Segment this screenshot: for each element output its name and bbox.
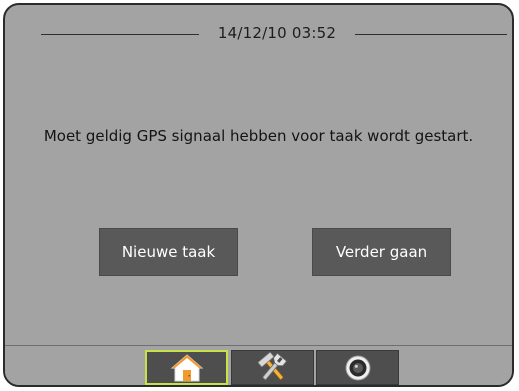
tab-tools[interactable] [231, 350, 314, 385]
new-task-button[interactable]: Nieuwe taak [99, 228, 238, 276]
tools-icon [254, 351, 292, 384]
tab-home[interactable] [145, 350, 228, 385]
header-left-divider [41, 34, 199, 35]
device-frame: 14/12/10 03:52 Moet geldig GPS signaal h… [3, 3, 514, 387]
header-right-divider [355, 34, 507, 35]
bottom-tab-bar [5, 346, 512, 385]
camera-icon [343, 353, 373, 383]
continue-button[interactable]: Verder gaan [312, 228, 451, 276]
main-screen: 14/12/10 03:52 Moet geldig GPS signaal h… [5, 5, 512, 346]
tab-camera[interactable] [316, 350, 399, 385]
status-header: 14/12/10 03:52 [5, 17, 512, 51]
home-icon [169, 353, 205, 383]
gps-warning-message: Moet geldig GPS signaal hebben voor taak… [43, 127, 474, 145]
date-time-display: 14/12/10 03:52 [217, 24, 337, 42]
